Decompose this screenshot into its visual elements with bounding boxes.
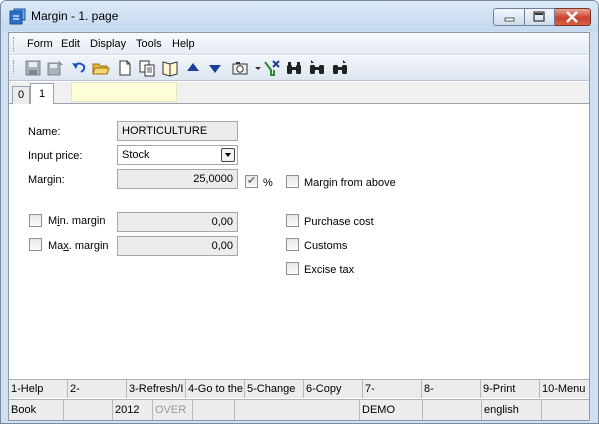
tab-1[interactable]: 1 (30, 83, 54, 104)
fn-7[interactable]: 7- (363, 380, 422, 398)
app-icon (9, 8, 26, 25)
percent-label: % (263, 177, 273, 189)
purchase-cost-checkbox[interactable] (286, 214, 299, 227)
name-field[interactable]: HORTICULTURE (117, 121, 238, 141)
binoculars-all-icon[interactable] (331, 59, 349, 77)
book-icon[interactable] (161, 59, 179, 77)
menu-tools[interactable]: Tools (136, 38, 162, 50)
title-bar[interactable]: Margin - 1. page (1, 1, 598, 31)
open-folder-icon[interactable] (92, 59, 110, 77)
max-margin-label: Max. margin (48, 240, 109, 252)
menu-help[interactable]: Help (172, 38, 195, 50)
arrow-up-icon[interactable] (184, 59, 202, 77)
status-cell-10 (542, 400, 589, 420)
status-cell-2 (64, 400, 113, 420)
save-as-icon[interactable] (46, 59, 64, 77)
status-bar: Book 2012 OVER DEMO english (9, 399, 589, 420)
tab-quick-field[interactable] (71, 82, 177, 102)
purchase-cost-label: Purchase cost (304, 216, 374, 228)
copy-icon[interactable] (138, 59, 156, 77)
fn-go-to[interactable]: 4-Go to the (186, 380, 245, 398)
fn-change[interactable]: 5-Change (245, 380, 304, 398)
status-database: DEMO (360, 400, 423, 420)
min-margin-label: Min. margin (48, 215, 106, 227)
status-cell-8 (423, 400, 482, 420)
close-button[interactable] (555, 8, 591, 26)
client-area: Form Edit Display Tools Help 0 1 Name: H… (8, 32, 590, 421)
menu-display[interactable]: Display (90, 38, 126, 50)
fn-print[interactable]: 9-Print (481, 380, 540, 398)
input-price-label: Input price: (28, 150, 83, 162)
chevron-down-icon[interactable] (221, 148, 235, 162)
margin-from-above-label: Margin from above (304, 177, 396, 189)
function-key-bar: 1-Help 2- 3-Refresh/I 4-Go to the 5-Chan… (9, 379, 589, 398)
new-document-icon[interactable] (116, 59, 134, 77)
binoculars-next-icon[interactable] (308, 59, 326, 77)
fn-2[interactable]: 2- (68, 380, 127, 398)
excise-tax-label: Excise tax (304, 264, 355, 276)
status-cell-6 (235, 400, 360, 420)
excise-tax-checkbox[interactable] (286, 262, 299, 275)
name-label: Name: (28, 126, 61, 138)
fn-copy[interactable]: 6-Copy (304, 380, 363, 398)
fn-menu[interactable]: 10-Menu (540, 380, 589, 398)
input-price-select[interactable]: Stock (117, 145, 238, 165)
max-margin-field[interactable]: 0,00 (117, 236, 238, 256)
arrow-down-icon[interactable] (206, 59, 224, 77)
status-year: 2012 (113, 400, 153, 420)
input-price-value: Stock (122, 149, 150, 161)
max-margin-checkbox[interactable] (29, 238, 42, 251)
menu-edit[interactable]: Edit (61, 38, 80, 50)
menu-form[interactable]: Form (27, 38, 53, 50)
min-margin-checkbox[interactable] (29, 214, 42, 227)
margin-field[interactable]: 25,0000 (117, 169, 238, 189)
window-title: Margin - 1. page (31, 9, 119, 23)
margin-from-above-checkbox[interactable] (286, 175, 299, 188)
status-module: Book (9, 400, 64, 420)
margin-label: Margin: (28, 174, 65, 186)
fn-8[interactable]: 8- (422, 380, 481, 398)
status-cell-5 (193, 400, 235, 420)
tab-0[interactable]: 0 (12, 86, 30, 104)
customs-label: Customs (304, 240, 348, 252)
undo-icon[interactable] (70, 59, 88, 77)
percent-checkbox[interactable] (245, 174, 258, 188)
min-margin-field[interactable]: 0,00 (117, 212, 238, 232)
save-icon[interactable] (24, 59, 42, 77)
customs-checkbox[interactable] (286, 238, 299, 251)
binoculars-icon[interactable] (285, 59, 303, 77)
status-language: english (482, 400, 542, 420)
filter-icon[interactable] (263, 59, 281, 77)
fn-help[interactable]: 1-Help (9, 380, 68, 398)
margin-form: Name: HORTICULTURE Input price: Stock Ma… (9, 104, 589, 378)
application-window: Margin - 1. page Form Edit Display Tools… (0, 0, 599, 424)
menu-bar: Form Edit Display Tools Help (9, 33, 589, 55)
camera-icon[interactable] (231, 59, 249, 77)
fn-refresh[interactable]: 3-Refresh/I (127, 380, 186, 398)
minimize-button[interactable] (493, 8, 525, 26)
toolbar (9, 56, 589, 81)
tab-strip: 0 1 (9, 82, 589, 104)
maximize-button[interactable] (525, 8, 555, 26)
status-mode: OVER (153, 400, 193, 420)
menu-grip (13, 37, 16, 51)
toolbar-grip (13, 60, 16, 74)
camera-dropdown-icon[interactable] (249, 59, 261, 77)
